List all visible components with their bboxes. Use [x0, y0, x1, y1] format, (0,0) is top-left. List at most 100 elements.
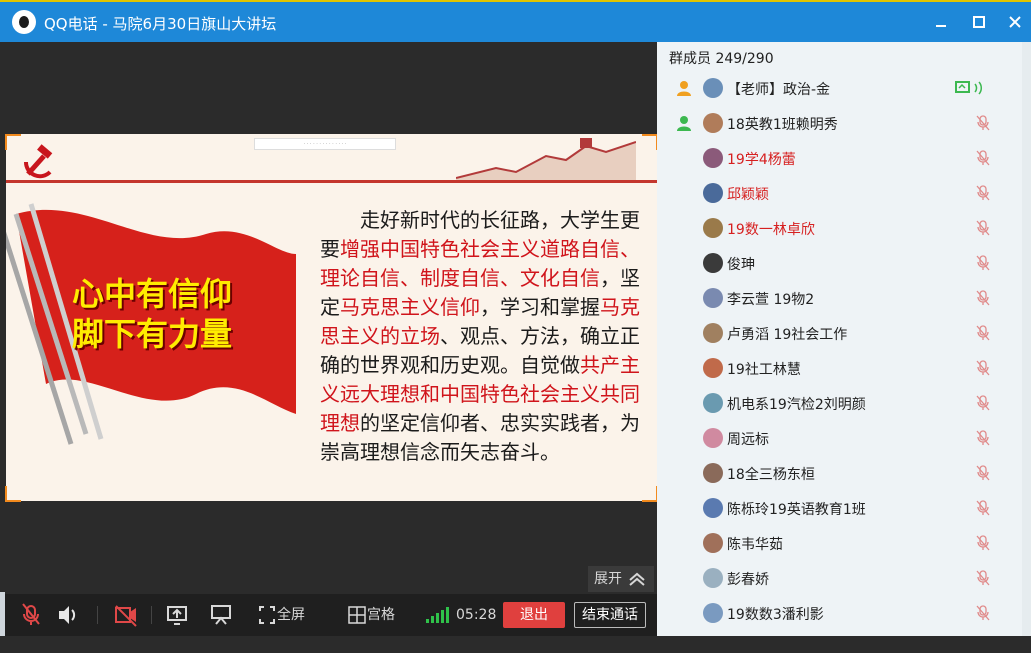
avatar — [703, 323, 723, 343]
avatar — [703, 113, 723, 133]
mic-muted-icon — [22, 603, 40, 625]
paragraph-segment: ，学习和掌握 — [480, 295, 600, 319]
separator — [97, 606, 98, 624]
grid-icon — [348, 606, 366, 624]
call-timer: 05:28 — [456, 607, 497, 623]
paragraph-highlight: 马克思主义信仰 — [340, 295, 480, 319]
member-panel: 群成员 249/290 【老师】政治-金 18英教1班赖明秀 19学4杨蕾邱颖颖 19… — [657, 42, 1031, 636]
share-corner-bl — [5, 486, 21, 502]
end-call-button[interactable]: 结束通话 — [574, 602, 646, 628]
member-name: 机电系19汽检2刘明颜 — [727, 397, 866, 413]
admin-person-icon — [677, 116, 691, 131]
slide-divider — [6, 180, 657, 183]
mic-muted-icon — [976, 290, 990, 306]
mic-muted-icon — [976, 185, 990, 201]
exit-button[interactable]: 退出 — [503, 602, 565, 628]
member-name: 19数数3潘利影 — [727, 607, 824, 623]
avatar — [703, 393, 723, 413]
grid-view-button[interactable]: 宫格 — [347, 594, 409, 636]
signal-bars-icon — [426, 607, 449, 623]
slide-header-strip: · · · · · · · · · · · · · · — [254, 138, 396, 150]
member-row[interactable]: 陈栎玲19英语教育1班 — [657, 491, 1031, 526]
qq-logo-icon — [12, 10, 36, 34]
grid-label: 宫格 — [367, 607, 395, 623]
mic-muted-icon — [976, 255, 990, 271]
avatar — [703, 533, 723, 553]
member-name: 邱颖颖 — [727, 187, 769, 203]
member-row[interactable]: 李云萱 19物2 — [657, 281, 1031, 316]
member-row[interactable]: 卢勇滔 19社会工作 — [657, 316, 1031, 351]
call-control-bar: 全屏 宫格 05:28 退出 结束通话 — [5, 594, 657, 636]
slogan: 心中有信仰 脚下有力量 — [72, 274, 272, 354]
fullscreen-button[interactable]: 全屏 — [257, 594, 319, 636]
member-name: 19社工林慧 — [727, 362, 801, 378]
presentation-icon — [211, 605, 231, 625]
member-row[interactable]: 彭春娇 — [657, 561, 1031, 596]
great-wall-icon — [456, 138, 636, 180]
title-bar: QQ电话 - 马院6月30日旗山大讲坛 — [0, 0, 1031, 42]
mic-muted-icon — [976, 150, 990, 166]
expand-label: 展开 — [594, 571, 622, 587]
mic-muted-icon — [976, 430, 990, 446]
speaker-icon — [59, 606, 76, 624]
member-row[interactable]: 19社工林慧 — [657, 351, 1031, 386]
mic-muted-icon — [976, 465, 990, 481]
avatar — [703, 218, 723, 238]
speaker-button[interactable] — [55, 594, 79, 636]
member-row[interactable]: 19数一林卓欣 — [657, 211, 1031, 246]
mic-muted-icon — [976, 395, 990, 411]
fullscreen-label: 全屏 — [277, 607, 305, 623]
member-name: 俊珅 — [727, 257, 755, 273]
member-name: 19数一林卓欣 — [727, 222, 815, 238]
presentation-button[interactable] — [209, 594, 233, 636]
avatar — [703, 358, 723, 378]
slogan-line-2: 脚下有力量 — [72, 315, 233, 353]
member-name: 【老师】政治-金 — [727, 82, 831, 98]
avatar — [703, 428, 723, 448]
member-row[interactable]: 19学4杨蕾 — [657, 141, 1031, 176]
maximize-icon — [973, 16, 985, 28]
camera-toggle-button[interactable] — [113, 594, 139, 636]
maximize-button[interactable] — [966, 10, 992, 34]
member-row[interactable]: 机电系19汽检2刘明颜 — [657, 386, 1031, 421]
mic-muted-icon — [976, 360, 990, 376]
member-name: 18全三杨东桓 — [727, 467, 815, 483]
member-name: 周远标 — [727, 432, 769, 448]
avatar — [703, 498, 723, 518]
mic-muted-icon — [976, 325, 990, 341]
close-icon — [1009, 16, 1021, 28]
member-row[interactable]: 邱颖颖 — [657, 176, 1031, 211]
close-button[interactable] — [1002, 10, 1028, 34]
member-row[interactable]: 18英教1班赖明秀 — [657, 106, 1031, 141]
avatar — [703, 288, 723, 308]
member-row[interactable]: 18全三杨东桓 — [657, 456, 1031, 491]
expand-button[interactable]: 展开 — [588, 566, 654, 592]
member-row[interactable]: 19数数3潘利影 — [657, 596, 1031, 631]
share-screen-button[interactable] — [165, 594, 189, 636]
member-row[interactable]: 【老师】政治-金 — [657, 71, 1031, 106]
avatar — [703, 603, 723, 623]
member-name: 卢勇滔 19社会工作 — [727, 327, 848, 343]
screen-sharing-icon — [955, 81, 983, 95]
screen-share-icon — [167, 606, 187, 625]
member-row[interactable]: 俊珅 — [657, 246, 1031, 281]
member-row[interactable]: 陈韦华茹 — [657, 526, 1031, 561]
avatar — [703, 148, 723, 168]
mic-muted-icon — [976, 500, 990, 516]
mic-toggle-button[interactable] — [19, 594, 43, 636]
admin-person-icon — [677, 81, 691, 96]
mic-muted-icon — [976, 535, 990, 551]
member-name: 彭春娇 — [727, 572, 769, 588]
share-corner-tr — [642, 134, 658, 150]
share-corner-br — [642, 486, 658, 502]
mic-muted-icon — [976, 570, 990, 586]
separator — [151, 606, 152, 624]
mic-muted-icon — [976, 115, 990, 131]
members-count-title: 群成员 249/290 — [669, 51, 774, 67]
fullscreen-icon — [259, 606, 275, 624]
minimize-button[interactable] — [928, 10, 954, 34]
member-list-scrollbar[interactable] — [1022, 42, 1031, 636]
member-row[interactable]: 周远标 — [657, 421, 1031, 456]
member-name: 陈栎玲19英语教育1班 — [727, 502, 866, 518]
avatar — [703, 78, 723, 98]
